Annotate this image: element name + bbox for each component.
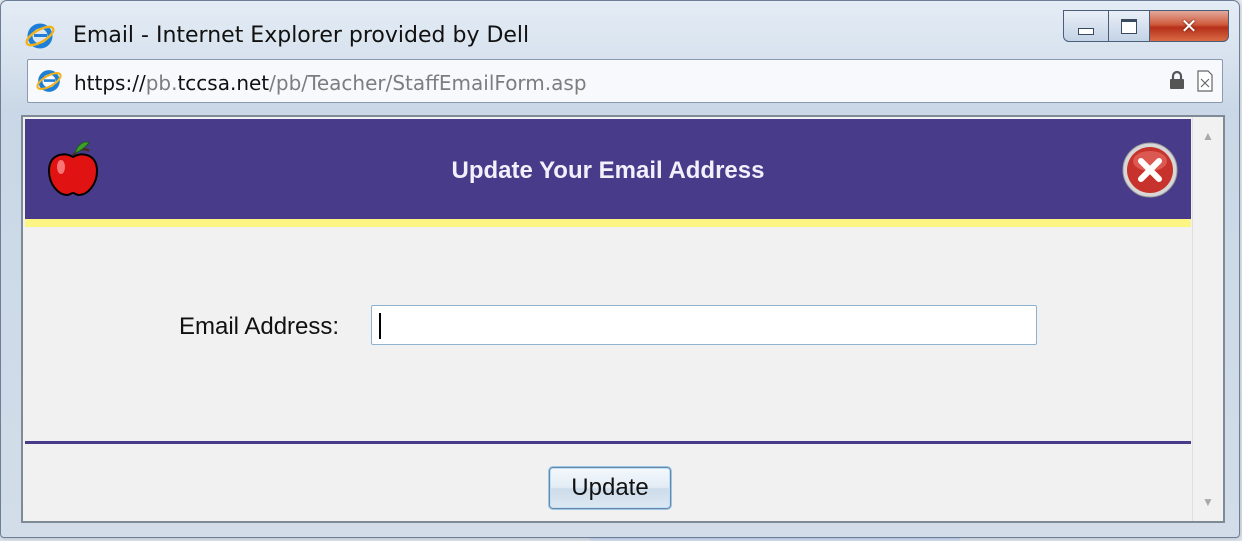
email-form-row: Email Address: xyxy=(23,305,1191,349)
minimize-button[interactable] xyxy=(1063,10,1109,42)
ie-icon xyxy=(25,23,55,49)
vertical-scrollbar[interactable]: ▲ ▼ xyxy=(1192,117,1223,521)
url-subdomain: pb. xyxy=(145,71,178,95)
update-button[interactable]: Update xyxy=(549,467,671,509)
close-window-button[interactable]: ✕ xyxy=(1150,10,1229,42)
browser-window: Email - Internet Explorer provided by De… xyxy=(0,0,1240,538)
text-caret xyxy=(379,313,381,339)
lock-icon[interactable] xyxy=(1168,70,1186,90)
maximize-button[interactable] xyxy=(1109,10,1150,42)
url-host: tccsa.net xyxy=(177,71,270,95)
close-circle-icon[interactable] xyxy=(1121,141,1179,199)
window-title: Email - Internet Explorer provided by De… xyxy=(73,23,530,48)
scroll-up-icon[interactable]: ▲ xyxy=(1193,121,1223,151)
scroll-track[interactable] xyxy=(1193,151,1223,487)
page-content: Update Your Email Address Email Address:… xyxy=(21,115,1225,523)
dialog-header: Update Your Email Address xyxy=(25,119,1191,227)
url-path: /pb/Teacher/StaffEmailForm.asp xyxy=(269,71,587,95)
url-scheme: https:// xyxy=(74,71,146,95)
ie-icon xyxy=(36,70,62,92)
scroll-down-icon[interactable]: ▼ xyxy=(1193,487,1223,517)
page-icon[interactable] xyxy=(1196,70,1214,92)
maximize-icon xyxy=(1121,18,1137,34)
email-field[interactable] xyxy=(371,305,1037,345)
caption-buttons: ✕ xyxy=(1063,10,1229,42)
email-label: Email Address: xyxy=(179,313,340,340)
address-bar[interactable]: https://pb.tccsa.net/pb/Teacher/StaffEma… xyxy=(27,59,1223,103)
title-bar[interactable]: Email - Internet Explorer provided by De… xyxy=(11,9,1239,49)
dialog-title: Update Your Email Address xyxy=(451,157,765,184)
close-icon: ✕ xyxy=(1180,14,1198,38)
url-text[interactable]: https://pb.tccsa.net/pb/Teacher/StaffEma… xyxy=(74,71,587,95)
minimize-icon xyxy=(1078,27,1094,35)
footer-divider xyxy=(25,441,1191,444)
